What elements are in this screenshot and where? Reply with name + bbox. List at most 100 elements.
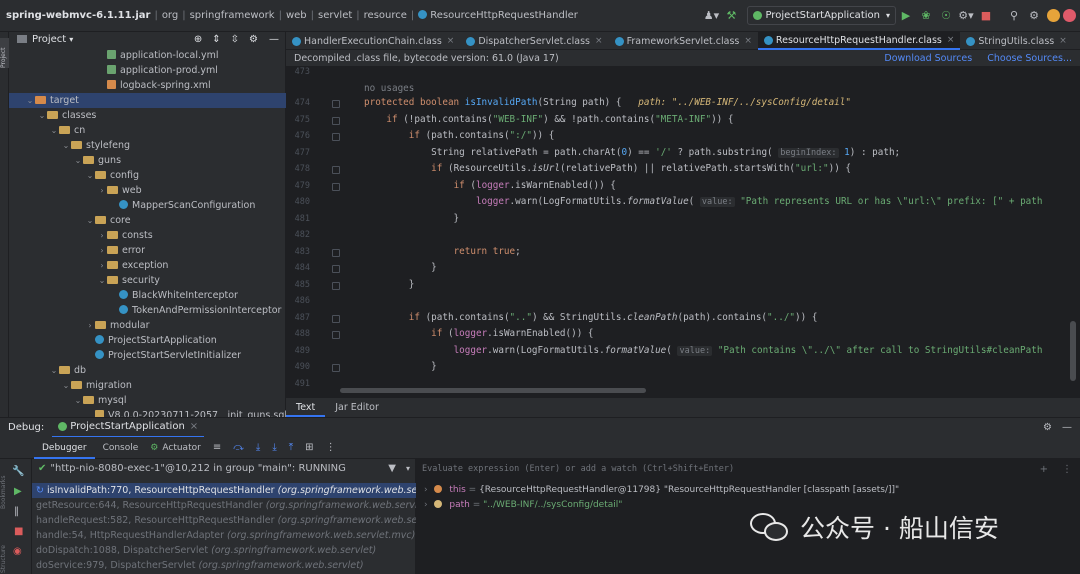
line-number[interactable]: 480 (286, 197, 310, 207)
chevron-right-icon[interactable]: › (424, 485, 428, 495)
line-number-gutter[interactable]: 473 474 475 476 477 478 479 480 481 482 483 484 485 4… (286, 66, 346, 398)
close-icon[interactable]: × (1059, 36, 1067, 46)
step-over-icon[interactable]: ⤼ (233, 442, 244, 453)
force-step-into-icon[interactable]: ⤓ (272, 442, 276, 453)
chevron-down-icon[interactable]: ⌄ (37, 108, 47, 123)
fold-marker[interactable] (332, 249, 340, 257)
breadcrumb-springframework[interactable]: springframework (186, 10, 279, 21)
project-tool-window-button[interactable]: Project (0, 38, 9, 68)
project-tree-item[interactable]: ⌄ cn (9, 123, 286, 138)
run-configuration-selector[interactable]: ProjectStartApplication ▾ (747, 6, 896, 25)
chevron-right-icon[interactable]: › (97, 258, 107, 273)
profiler-icon[interactable]: ⚙▾ (958, 9, 974, 22)
fold-marker[interactable] (332, 265, 340, 273)
step-out-icon[interactable]: ⤒ (289, 442, 293, 453)
project-tree-item[interactable]: › web (9, 183, 286, 198)
usages-hint[interactable]: no usages (364, 83, 414, 94)
chevron-right-icon[interactable]: › (85, 318, 95, 333)
stack-frame[interactable]: doDispatch:1088, DispatcherServlet (org.… (32, 543, 416, 558)
project-tree-item[interactable]: ⌄ security (9, 273, 286, 288)
project-tree-item[interactable]: logback-spring.xml (9, 78, 286, 93)
stop-icon[interactable]: ■ (978, 9, 994, 22)
chevron-right-icon[interactable]: › (97, 243, 107, 258)
project-tree-item[interactable]: TokenAndPermissionInterceptor (9, 303, 286, 318)
code-view[interactable]: 473 474 475 476 477 478 479 480 481 482 483 484 485 4… (286, 66, 1080, 398)
collapse-all-icon[interactable]: ⇳ (231, 34, 239, 45)
line-number[interactable]: 476 (286, 131, 310, 141)
project-tree-item[interactable]: ⌄ mysql (9, 393, 286, 408)
project-tree-item[interactable]: application-prod.yml (9, 63, 286, 78)
chevron-down-icon[interactable]: ▾ (69, 35, 73, 44)
line-number[interactable]: 473 (286, 67, 310, 77)
tab-console[interactable]: Console (95, 443, 147, 453)
avatar[interactable] (1063, 9, 1076, 22)
editor-tab[interactable]: StringUtils.class × (960, 32, 1072, 50)
project-tree-item[interactable]: MapperScanConfiguration (9, 198, 286, 213)
line-number[interactable]: 485 (286, 280, 310, 290)
filter-icon[interactable]: ▼ (388, 463, 396, 474)
stack-frame[interactable]: getResource:644, ResourceHttpRequestHand… (32, 498, 416, 513)
close-icon[interactable]: × (595, 36, 603, 46)
line-number[interactable]: 488 (286, 329, 310, 339)
chevron-down-icon[interactable]: ▾ (406, 464, 410, 473)
fold-marker[interactable] (332, 166, 340, 174)
editor-tab[interactable]: DispatcherServlet.class × (460, 32, 608, 50)
project-panel-title[interactable]: Project (32, 34, 66, 45)
more-icon[interactable]: ⋮ (326, 442, 336, 453)
minimize-icon[interactable]: — (1062, 422, 1072, 433)
line-number[interactable]: 475 (286, 115, 310, 125)
expand-all-icon[interactable]: ⇕ (212, 34, 220, 45)
project-tree-item[interactable]: application-local.yml (9, 48, 286, 63)
chevron-right-icon[interactable]: › (97, 183, 107, 198)
line-number[interactable]: 484 (286, 263, 310, 273)
chevron-down-icon[interactable]: ⌄ (49, 123, 59, 138)
project-tree-item[interactable]: ⌄ core (9, 213, 286, 228)
tab-text[interactable]: Text (286, 398, 326, 417)
editor-tab[interactable]: FrameworkServlet.class × (609, 32, 758, 50)
fold-marker[interactable] (332, 100, 340, 108)
line-number[interactable]: 487 (286, 313, 310, 323)
line-number[interactable]: 483 (286, 247, 310, 257)
chevron-down-icon[interactable]: ⌄ (49, 363, 59, 378)
close-icon[interactable]: × (190, 417, 198, 437)
chevron-down-icon[interactable]: ⌄ (25, 93, 35, 108)
fold-marker[interactable] (332, 183, 340, 191)
stack-frame[interactable]: ↻ isInvalidPath:770, ResourceHttpRequest… (32, 483, 416, 498)
update-icon[interactable] (1047, 9, 1060, 22)
project-tree-item[interactable]: ⌄ classes (9, 108, 286, 123)
locate-icon[interactable]: ⊕ (194, 34, 202, 45)
chevron-down-icon[interactable]: ⌄ (73, 153, 83, 168)
stack-frame[interactable]: handle:54, HttpRequestHandlerAdapter (or… (32, 528, 416, 543)
close-icon[interactable]: × (744, 36, 752, 46)
fold-marker[interactable] (332, 117, 340, 125)
breadcrumb-jar[interactable]: spring-webmvc-6.1.11.jar (0, 10, 154, 21)
variable-row-this[interactable]: › this = {ResourceHttpRequestHandler@117… (424, 485, 899, 495)
tab-actuator[interactable]: Actuator (162, 443, 206, 453)
evaluate-expression-input[interactable]: Evaluate expression (Enter) or add a wat… (416, 459, 1080, 479)
chevron-down-icon[interactable]: ⌄ (97, 273, 107, 288)
fold-marker[interactable] (332, 315, 340, 323)
project-tree-item[interactable]: ⌄ target (9, 93, 286, 108)
project-tree-item[interactable]: ⌄ stylefeng (9, 138, 286, 153)
breadcrumb-org[interactable]: org (158, 10, 182, 21)
line-number[interactable]: 478 (286, 164, 310, 174)
project-tree-item[interactable]: ⌄ config (9, 168, 286, 183)
stack-frame[interactable]: doService:979, DispatcherServlet (org.sp… (32, 558, 416, 573)
debug-bug-icon[interactable]: ❀ (918, 9, 934, 22)
stack-frame[interactable]: handleRequest:582, ResourceHttpRequestHa… (32, 513, 416, 528)
chevron-down-icon[interactable]: ⌄ (61, 378, 71, 393)
debug-session-tab[interactable]: ProjectStartApplication × (52, 417, 205, 438)
editor-tab[interactable]: HandlerExecutionChain.class × (286, 32, 460, 50)
fold-marker[interactable] (332, 133, 340, 141)
evaluate-icon[interactable]: ⊞ (305, 442, 313, 453)
project-tree-item[interactable]: ⌄ db (9, 363, 286, 378)
user-icon[interactable]: ♟▾ (703, 9, 719, 22)
project-tree-item[interactable]: › exception (9, 258, 286, 273)
run-icon[interactable]: ▶ (898, 9, 914, 22)
breadcrumb-class[interactable]: ResourceHttpRequestHandler (414, 10, 582, 21)
project-tree-item[interactable]: ProjectStartServletInitializer (9, 348, 286, 363)
chevron-down-icon[interactable]: ⌄ (61, 138, 71, 153)
tab-debugger[interactable]: Debugger (34, 437, 95, 459)
chevron-right-icon[interactable]: › (424, 500, 428, 510)
fold-marker[interactable] (332, 364, 340, 372)
